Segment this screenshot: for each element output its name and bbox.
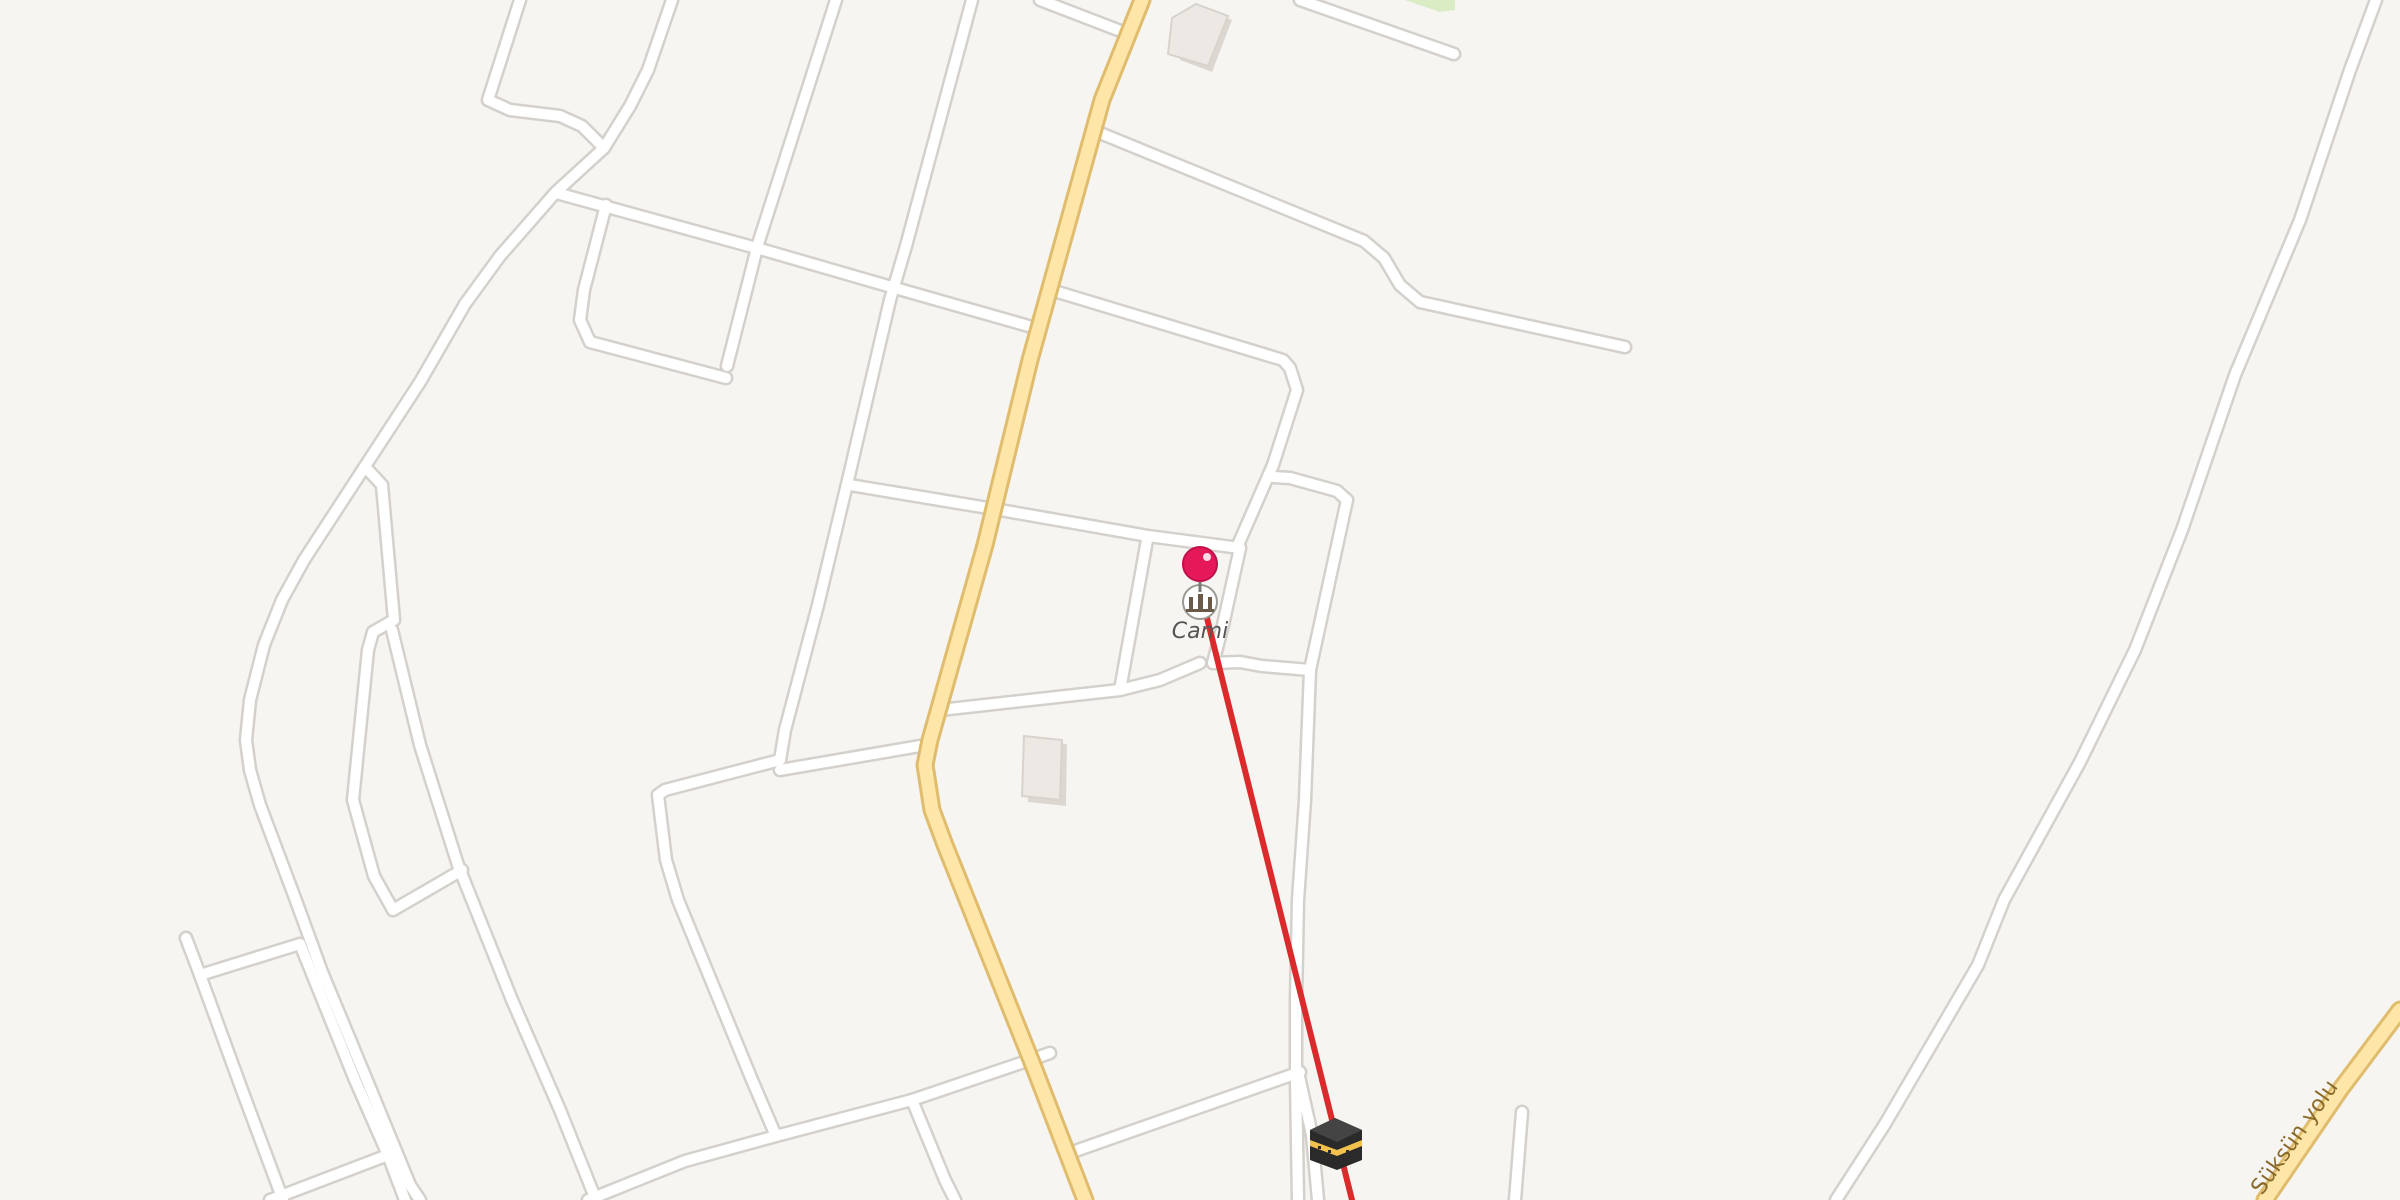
building	[1020, 734, 1064, 802]
pin-highlight	[1203, 553, 1211, 561]
map-canvas[interactable]: Süksün yolu Cami	[0, 0, 2400, 1200]
pink-map-pin-icon	[1182, 546, 1218, 582]
mosque-label: Cami	[1172, 619, 1228, 644]
